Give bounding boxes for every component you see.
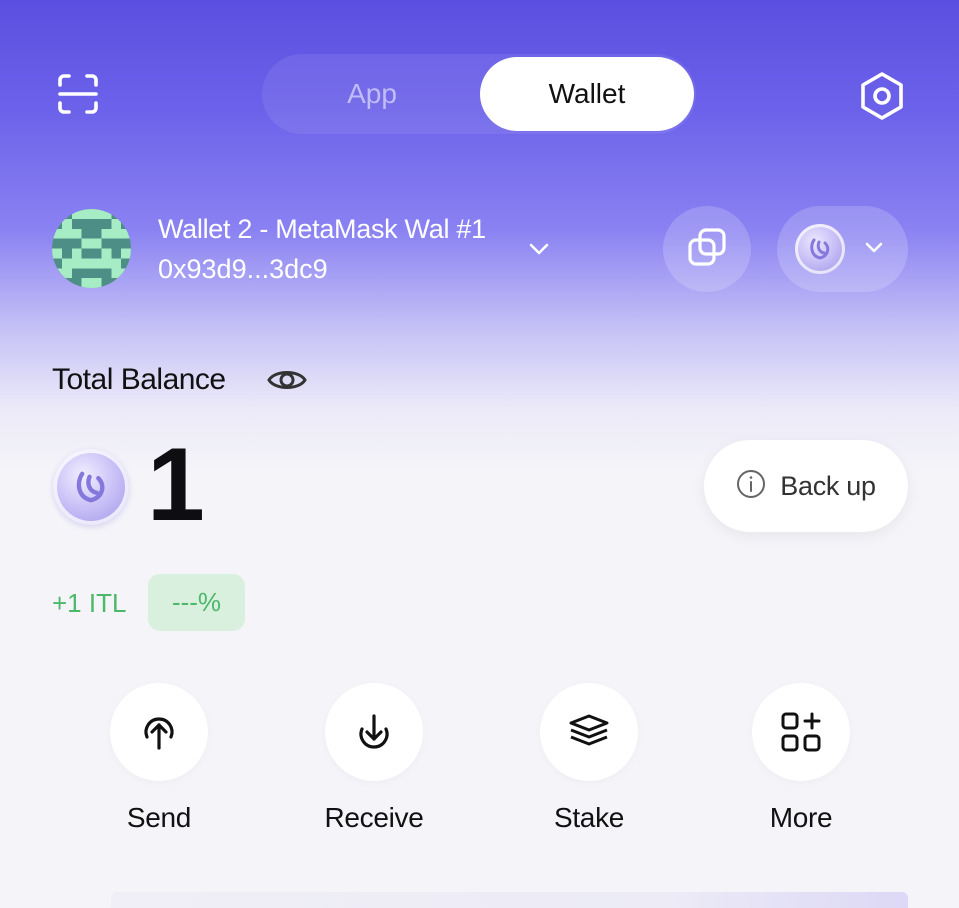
balance-change-value: +1 ITL <box>52 588 127 618</box>
receive-label: Receive <box>324 802 424 833</box>
account-address[interactable]: 0x93d9...3dc9 <box>158 254 328 285</box>
copy-icon <box>686 226 728 273</box>
chevron-down-icon <box>863 236 885 263</box>
avatar[interactable] <box>52 209 131 288</box>
hexagon-settings-icon[interactable] <box>855 68 909 124</box>
balance-amount: 1 <box>147 427 205 543</box>
stake-button[interactable]: Stake <box>509 683 669 834</box>
balance-change-percent: ---% <box>148 574 245 631</box>
receive-arrow-down-icon <box>325 683 423 781</box>
more-grid-icon <box>752 683 850 781</box>
token-coin-icon <box>53 449 129 525</box>
receive-button[interactable]: Receive <box>294 683 454 834</box>
send-arrow-up-icon <box>110 683 208 781</box>
backup-label: Back up <box>780 470 876 501</box>
tab-wallet[interactable]: Wallet <box>480 57 694 131</box>
network-selector-button[interactable] <box>777 206 908 292</box>
network-coin-icon <box>795 224 845 274</box>
chevron-down-icon[interactable] <box>526 236 552 262</box>
more-button[interactable]: More <box>721 683 881 834</box>
scan-icon[interactable] <box>52 68 104 120</box>
copy-address-button[interactable] <box>663 206 751 292</box>
send-button[interactable]: Send <box>79 683 239 834</box>
more-label: More <box>769 802 833 833</box>
next-card-peek <box>111 892 908 908</box>
tab-app[interactable]: App <box>262 54 482 134</box>
stake-layers-icon <box>540 683 638 781</box>
total-balance-label: Total Balance <box>52 363 226 396</box>
eye-icon[interactable] <box>266 362 308 398</box>
send-label: Send <box>126 802 192 833</box>
info-icon <box>736 469 766 504</box>
stake-label: Stake <box>553 802 625 833</box>
account-name[interactable]: Wallet 2 - MetaMask Wal #1 <box>158 214 486 245</box>
backup-button[interactable]: Back up <box>704 440 908 532</box>
